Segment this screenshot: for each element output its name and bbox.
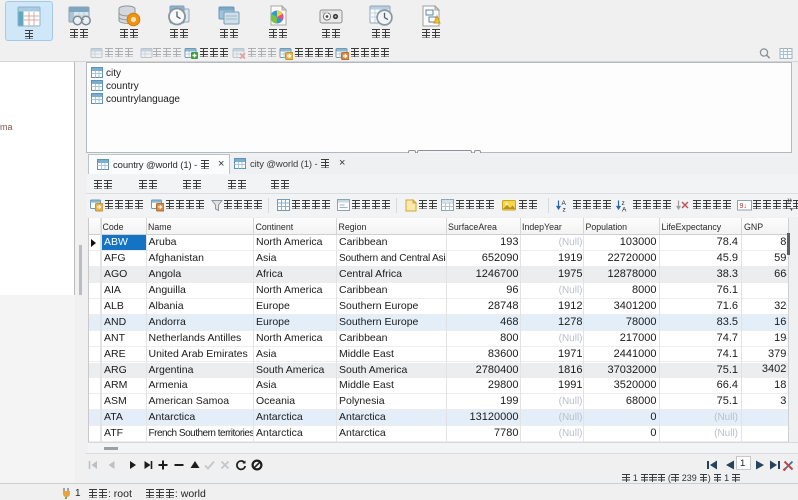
svg-text:z: z xyxy=(563,207,566,213)
svg-text:9↓: 9↓ xyxy=(740,203,747,210)
svg-text:A: A xyxy=(622,207,627,213)
